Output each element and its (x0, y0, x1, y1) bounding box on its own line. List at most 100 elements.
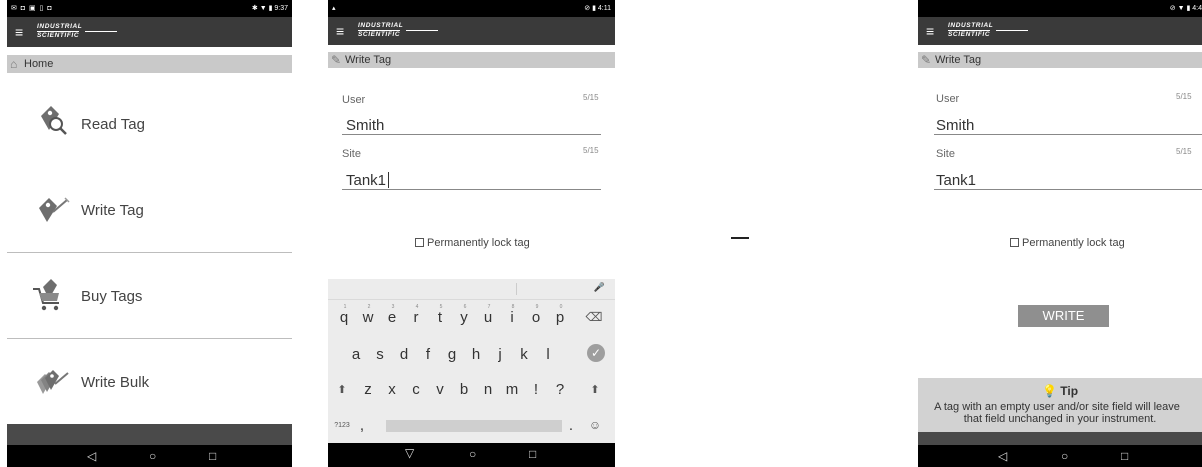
key-p[interactable]: p (548, 309, 572, 326)
menu-item-label: Write Bulk (81, 374, 150, 391)
key-f[interactable]: f (416, 346, 440, 363)
user-input-underline (934, 134, 1202, 135)
key-q[interactable]: q (332, 309, 356, 326)
text-cursor (388, 172, 389, 188)
site-input[interactable]: Tank1 (936, 172, 976, 189)
checkbox-box (1010, 238, 1019, 247)
home-button[interactable]: ○ (1061, 449, 1068, 463)
menu-item-write-bulk[interactable]: Write Bulk (7, 339, 292, 424)
write-tag-icon: ✎ (921, 53, 932, 67)
emoji-icon[interactable]: ☺ (583, 418, 607, 432)
status-bar: ✉ ◘ ▣ ▯ ◘ ✱ ▼ ▮ 9:37 (7, 0, 292, 17)
home-button[interactable]: ○ (149, 449, 156, 463)
page-title: Home (24, 58, 54, 70)
key-m[interactable]: m (500, 381, 524, 398)
suggestion-divider (516, 283, 517, 295)
menu-icon[interactable]: ≡ (15, 24, 23, 40)
write-button[interactable]: WRITE (1018, 305, 1109, 327)
write-tag-screen: ⊘ ▼ ▮ 4:4 ≡ INDUSTRIAL SCIENTIFIC ✎ Writ… (918, 0, 1202, 467)
menu-icon[interactable]: ≡ (336, 23, 344, 39)
menu-icon[interactable]: ≡ (926, 23, 934, 39)
site-input[interactable]: Tank1 (346, 172, 386, 189)
key-o[interactable]: o (524, 309, 548, 326)
key-u[interactable]: u (476, 309, 500, 326)
write-tag-keyboard-screen: ▴ ⊘ ▮ 4:11 ≡ INDUSTRIAL SCIENTIFIC ✎ Wri… (328, 0, 615, 467)
key-t[interactable]: t (428, 309, 452, 326)
system-nav-bar: ◁ ○ □ (918, 445, 1202, 467)
status-bar: ▴ ⊘ ▮ 4:11 (328, 0, 615, 17)
key-b[interactable]: b (452, 381, 476, 398)
key-period[interactable]: . (559, 417, 583, 434)
recents-button[interactable]: □ (1121, 449, 1128, 463)
key-y[interactable]: y (452, 309, 476, 326)
brand-line1: INDUSTRIAL (37, 23, 83, 30)
recents-button[interactable]: □ (209, 449, 216, 463)
user-input[interactable]: Smith (936, 117, 974, 134)
key-d[interactable]: d (392, 346, 416, 363)
back-button[interactable]: ◁ (998, 449, 1007, 463)
key-a[interactable]: a (344, 346, 368, 363)
lock-tag-checkbox[interactable]: Permanently lock tag (415, 237, 530, 249)
space-bar[interactable] (386, 420, 562, 432)
back-button[interactable]: ◁ (87, 449, 96, 463)
back-button[interactable]: ▽ (405, 446, 414, 460)
user-char-count: 5/15 (1176, 92, 1192, 101)
app-bar: ≡ INDUSTRIAL SCIENTIFIC (328, 17, 615, 45)
logo-rule (406, 30, 438, 31)
key-k[interactable]: k (512, 346, 536, 363)
user-label: User (342, 94, 366, 106)
brand-logo: INDUSTRIAL SCIENTIFIC (948, 22, 993, 38)
key-r[interactable]: r (404, 309, 428, 326)
status-notification-icons: ✉ ◘ ▣ ▯ ◘ (11, 5, 53, 12)
shift-right-icon[interactable]: ⬆ (583, 383, 607, 396)
key-c[interactable]: c (404, 381, 428, 398)
menu-item-write-tag[interactable]: Write Tag (7, 166, 292, 253)
status-bar: ⊘ ▼ ▮ 4:4 (918, 0, 1202, 17)
key-z[interactable]: z (356, 381, 380, 398)
menu-item-buy-tags[interactable]: Buy Tags (7, 253, 292, 339)
mic-icon[interactable]: 🎤 (594, 282, 605, 293)
tip-panel: 💡 Tip A tag with an empty user and/or si… (918, 378, 1202, 432)
key-s[interactable]: s (368, 346, 392, 363)
user-input-underline (342, 134, 601, 135)
key-n[interactable]: n (476, 381, 500, 398)
key-question[interactable]: ? (548, 381, 572, 398)
site-label: Site (936, 148, 955, 160)
key-e[interactable]: e (380, 309, 404, 326)
system-nav-bar: ▽ ○ □ (328, 443, 615, 467)
user-input[interactable]: Smith (346, 117, 384, 134)
key-comma[interactable]: , (350, 417, 374, 434)
brand-line2: SCIENTIFIC (37, 31, 80, 39)
brand-logo: INDUSTRIAL SCIENTIFIC (37, 23, 82, 39)
key-h[interactable]: h (464, 346, 488, 363)
home-button[interactable]: ○ (469, 447, 476, 461)
brand-logo: INDUSTRIAL SCIENTIFIC (358, 22, 403, 38)
lightbulb-icon: 💡 (1041, 384, 1057, 398)
shift-left-icon[interactable]: ⬆ (330, 383, 354, 396)
key-g[interactable]: g (440, 346, 464, 363)
write-tag-icon: ✎ (331, 53, 342, 67)
app-bar: ≡ INDUSTRIAL SCIENTIFIC (7, 17, 292, 47)
status-system-icons: ⊘ ▼ ▮ 4:4 (1169, 5, 1202, 12)
brand-line2: SCIENTIFIC (358, 30, 401, 38)
key-x[interactable]: x (380, 381, 404, 398)
key-i[interactable]: i (500, 309, 524, 326)
page-title: Write Tag (345, 54, 392, 66)
tip-text-line-1: A tag with an empty user and/or site fie… (934, 401, 1180, 413)
site-label: Site (342, 148, 361, 160)
enter-check-icon[interactable]: ✓ (587, 344, 605, 362)
keyboard-suggestion-strip: 🎤 (328, 279, 615, 300)
key-w[interactable]: w (356, 309, 380, 326)
lock-tag-checkbox[interactable]: Permanently lock tag (1010, 237, 1125, 249)
menu-item-read-tag[interactable]: Read Tag (7, 80, 292, 166)
site-input-underline (934, 189, 1202, 190)
recents-button[interactable]: □ (529, 447, 536, 461)
key-v[interactable]: v (428, 381, 452, 398)
brand-line1: INDUSTRIAL (358, 22, 404, 29)
key-l[interactable]: l (536, 346, 560, 363)
key-j[interactable]: j (488, 346, 512, 363)
backspace-icon[interactable]: ⌫ (582, 310, 606, 324)
key-exclamation[interactable]: ! (524, 381, 548, 398)
write-tag-icon (39, 197, 70, 222)
status-system-icons: ⊘ ▮ 4:11 (584, 5, 611, 12)
